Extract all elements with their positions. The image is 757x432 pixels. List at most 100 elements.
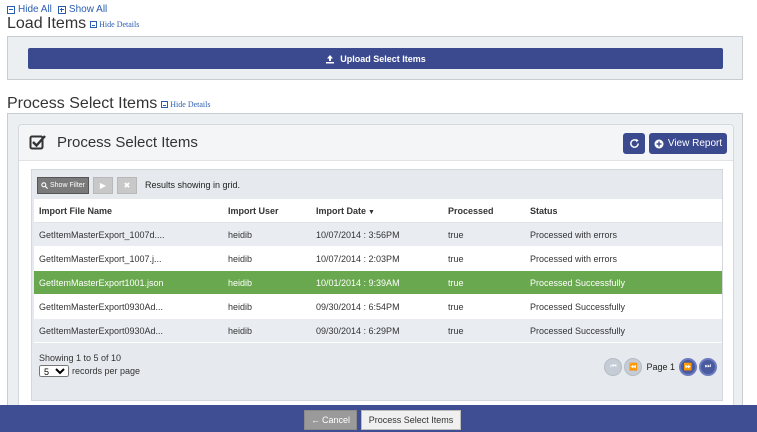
cell-status: Processed with errors [530, 253, 618, 264]
cell-status: Processed Successfully [530, 277, 626, 288]
upload-icon [326, 54, 335, 63]
prev-page-icon: ⏪ [629, 364, 638, 371]
import-table: Import File Name Import User Import Date… [34, 199, 722, 343]
prev-page-button[interactable]: ⏪ [624, 358, 643, 376]
cancel-button[interactable]: ← Cancel [304, 410, 357, 430]
card-header: Process Select Items View Report [19, 125, 733, 161]
load-items-panel: Upload Select Items [7, 36, 743, 80]
cancel-label: Cancel [321, 415, 350, 425]
load-items-title: Load Items [7, 15, 87, 32]
table-row[interactable]: GetItemMasterExport_1007d.... heidib 10/… [34, 223, 722, 247]
play-icon: ▶ [99, 180, 107, 190]
cell-user: heidib [228, 325, 253, 336]
records-per-page-select[interactable]: 5 [39, 365, 69, 377]
grid-toolbar: Show Filter ▶ ✖ Results showing in grid. [37, 175, 240, 195]
last-page-icon: ⏭ [704, 363, 712, 370]
cell-user: heidib [228, 301, 253, 312]
cell-date: 10/07/2014 : 2:03PM [316, 253, 400, 264]
load-items-heading: Load Items Hide Details [7, 15, 139, 33]
show-filter-label: Show Filter [49, 181, 85, 189]
col-import-user[interactable]: Import User [228, 206, 316, 216]
refresh-icon [629, 138, 639, 148]
refresh-button[interactable] [623, 133, 645, 154]
collapse-icon [90, 21, 98, 28]
view-report-button[interactable]: View Report [649, 133, 727, 154]
search-icon [41, 181, 48, 189]
upload-label: Upload Select Items [340, 53, 426, 64]
hide-details-label: Hide Details [170, 100, 211, 109]
clear-button[interactable]: ✖ [117, 176, 137, 194]
hide-all-link[interactable]: Hide All [7, 4, 52, 15]
collapse-icon [7, 5, 15, 14]
cell-date: 09/30/2014 : 6:29PM [316, 325, 400, 336]
process-card: Process Select Items View Report Show Fi… [18, 124, 734, 409]
grid-footer: Showing 1 to 5 of 10 5 records per page … [34, 348, 722, 398]
cell-status: Processed Successfully [530, 301, 626, 312]
cell-status: Processed Successfully [530, 325, 626, 336]
pager: ⏮ ⏪ Page 1 ⏩ ⏭ [604, 358, 717, 376]
last-page-button[interactable]: ⏭ [699, 358, 717, 376]
process-items-panel: Process Select Items View Report Show Fi… [7, 113, 743, 413]
table-row[interactable]: GetItemMasterExport0930Ad... heidib 09/3… [34, 295, 722, 319]
process-section-title: Process Select Items [7, 95, 158, 112]
process-select-items-heading: Process Select Items Hide Details [7, 95, 211, 113]
upload-select-items-button[interactable]: Upload Select Items [28, 48, 723, 69]
cell-file: GetItemMasterExport_1007d.... [39, 229, 165, 240]
results-text: Results showing in grid. [145, 180, 241, 190]
process-label: Process Select Items [368, 415, 454, 425]
records-per-page: 5 records per page [39, 365, 140, 377]
cell-user: heidib [228, 253, 253, 264]
cell-processed: true [448, 253, 464, 264]
cell-user: heidib [228, 277, 253, 288]
show-all-link[interactable]: Show All [57, 4, 108, 15]
cell-file: GetItemMasterExport1001.json [39, 277, 164, 288]
arrow-left-icon: ← [310, 415, 320, 425]
showing-count: Showing 1 to 5 of 10 [39, 353, 122, 363]
first-page-button[interactable]: ⏮ [604, 358, 623, 376]
cell-processed: true [448, 277, 464, 288]
sort-desc-icon: ▼ [368, 208, 375, 216]
col-status[interactable]: Status [530, 206, 720, 216]
collapse-icon [161, 101, 169, 108]
table-header: Import File Name Import User Import Date… [34, 199, 722, 223]
next-page-button[interactable]: ⏩ [679, 358, 697, 376]
plus-circle-icon [654, 139, 664, 148]
cell-file: GetItemMasterExport0930Ad... [39, 301, 164, 312]
cell-user: heidib [228, 229, 253, 240]
first-page-icon: ⏮ [610, 363, 617, 370]
bottom-action-bar: ← Cancel Process Select Items [0, 405, 757, 432]
cell-processed: true [448, 301, 464, 312]
cell-processed: true [448, 325, 464, 336]
table-row[interactable]: GetItemMasterExport0930Ad... heidib 09/3… [34, 319, 722, 343]
view-report-label: View Report [667, 138, 723, 149]
table-row-selected[interactable]: GetItemMasterExport1001.json heidib 10/0… [34, 271, 722, 295]
show-filter-button[interactable]: Show Filter [37, 176, 89, 194]
cell-file: GetItemMasterExport_1007.j... [39, 253, 162, 264]
close-icon: ✖ [123, 180, 131, 190]
expand-icon [57, 5, 66, 14]
cell-file: GetItemMasterExport0930Ad... [39, 325, 164, 336]
page-indicator: Page 1 [646, 362, 675, 372]
checkbox-checked-icon [29, 135, 46, 150]
cell-date: 09/30/2014 : 6:54PM [316, 301, 400, 312]
next-page-icon: ⏩ [683, 364, 693, 371]
results-grid: Show Filter ▶ ✖ Results showing in grid.… [31, 169, 723, 401]
cell-date: 10/07/2014 : 3:56PM [316, 229, 400, 240]
top-links: Hide All Show All [7, 4, 107, 15]
run-button[interactable]: ▶ [93, 176, 113, 194]
col-import-date[interactable]: Import Date ▼ [316, 206, 448, 216]
show-all-label: Show All [68, 4, 108, 15]
col-import-date-label: Import Date [316, 205, 367, 216]
process-select-items-button[interactable]: Process Select Items [361, 410, 461, 430]
table-row[interactable]: GetItemMasterExport_1007.j... heidib 10/… [34, 247, 722, 271]
hide-details-label: Hide Details [99, 20, 140, 29]
records-per-page-label: records per page [72, 366, 141, 376]
load-items-hide-details[interactable]: Hide Details [90, 20, 139, 29]
process-hide-details[interactable]: Hide Details [161, 100, 211, 109]
hide-all-label: Hide All [18, 4, 52, 15]
cell-processed: true [448, 229, 464, 240]
col-import-file-name[interactable]: Import File Name [34, 206, 228, 216]
cell-status: Processed with errors [530, 229, 618, 240]
cell-date: 10/01/2014 : 9:39AM [316, 277, 400, 288]
col-processed[interactable]: Processed [448, 206, 530, 216]
